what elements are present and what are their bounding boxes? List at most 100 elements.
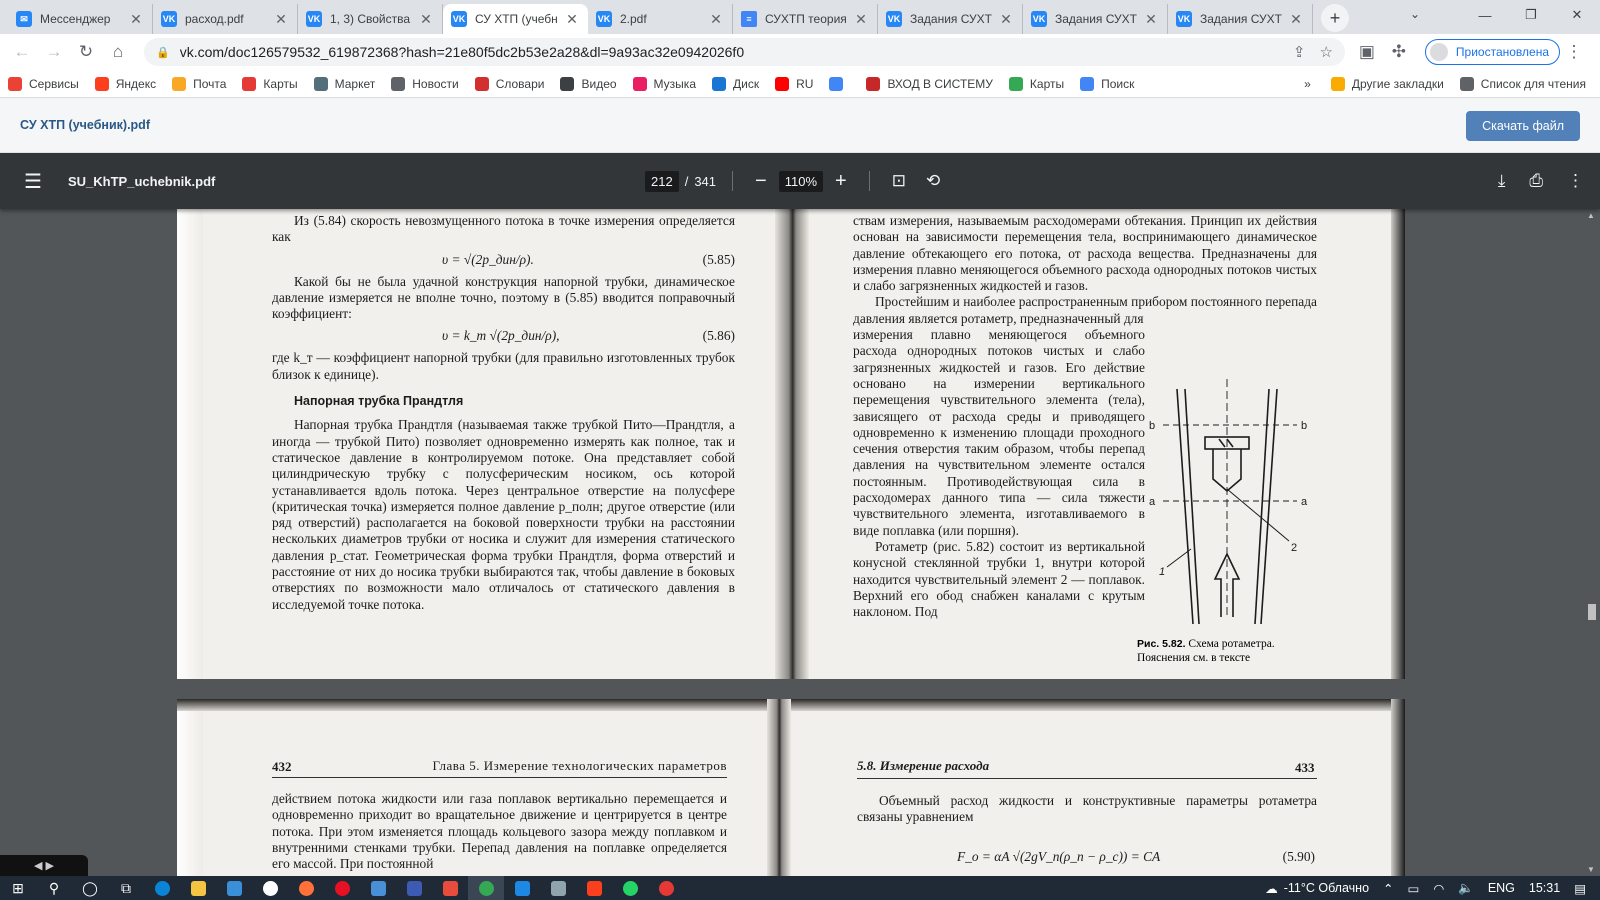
bookmark-item[interactable]: ВХОД В СИСТЕМУ bbox=[866, 76, 993, 91]
browser-tab[interactable]: VK 2.pdf ✕ bbox=[588, 4, 733, 34]
restore-icon[interactable]: ❐ bbox=[1508, 0, 1554, 30]
browser-tab[interactable]: ✉ Мессенджер ✕ bbox=[8, 4, 153, 34]
more-options-icon[interactable]: ⋮ bbox=[1567, 171, 1584, 191]
tray-chevron-icon[interactable]: ⌃ bbox=[1383, 881, 1393, 896]
download-icon[interactable]: ⤓ bbox=[1498, 171, 1506, 191]
browser-tab[interactable]: VK расход.pdf ✕ bbox=[153, 4, 298, 34]
browser-tab[interactable]: VK Задания СУХТ ✕ bbox=[878, 4, 1023, 34]
notifications-icon[interactable]: ▤ bbox=[1574, 881, 1586, 896]
more-bookmarks-button[interactable]: » bbox=[1304, 77, 1311, 91]
bookmark-item[interactable]: Маркет bbox=[313, 76, 375, 91]
close-tab-icon[interactable]: ✕ bbox=[1143, 11, 1159, 28]
close-tab-icon[interactable]: ✕ bbox=[128, 11, 144, 28]
bookmark-item[interactable]: Карты bbox=[242, 76, 298, 91]
grid-app-icon[interactable] bbox=[504, 876, 540, 900]
print-icon[interactable]: ⎙ bbox=[1529, 171, 1543, 191]
minimize-icon[interactable]: — bbox=[1462, 0, 1508, 30]
close-tab-icon[interactable]: ✕ bbox=[998, 11, 1014, 28]
bookmark-item[interactable] bbox=[829, 76, 850, 91]
file-explorer-icon[interactable] bbox=[180, 876, 216, 900]
tab-search-icon[interactable]: ⌄ bbox=[1410, 7, 1420, 21]
other-bookmarks[interactable]: Другие закладки bbox=[1330, 77, 1444, 91]
task-view-icon[interactable]: ⧉ bbox=[108, 876, 144, 900]
scroll-down-icon[interactable]: ▼ bbox=[1587, 865, 1595, 874]
puzzle-icon[interactable]: ✣ bbox=[1385, 38, 1413, 66]
close-tab-icon[interactable]: ✕ bbox=[1288, 11, 1304, 28]
scroll-thumb[interactable] bbox=[1588, 604, 1596, 620]
reload-icon[interactable]: ↻ bbox=[72, 38, 100, 66]
bookmark-item[interactable]: Видео bbox=[560, 76, 617, 91]
share-icon[interactable]: ⇪ bbox=[1293, 43, 1306, 61]
close-tab-icon[interactable]: ✕ bbox=[273, 11, 289, 28]
edge-icon[interactable] bbox=[144, 876, 180, 900]
close-window-icon[interactable]: ✕ bbox=[1554, 0, 1600, 30]
zoom-input[interactable]: 110% bbox=[778, 170, 824, 192]
rotate-icon[interactable]: ⟲ bbox=[926, 171, 940, 191]
language-indicator[interactable]: ENG bbox=[1488, 881, 1515, 895]
bookmark-item[interactable]: Поиск bbox=[1080, 76, 1134, 91]
new-tab-icon[interactable]: + bbox=[1321, 4, 1349, 32]
bookmark-item[interactable]: Диск bbox=[712, 76, 759, 91]
clock[interactable]: 15:31 bbox=[1529, 881, 1560, 895]
close-tab-icon[interactable]: ✕ bbox=[708, 11, 724, 28]
reading-list[interactable]: Список для чтения bbox=[1459, 77, 1586, 91]
bookmark-item[interactable]: Яндекс bbox=[94, 76, 156, 91]
forward-icon[interactable]: → bbox=[40, 38, 68, 66]
yandex-browser-icon[interactable] bbox=[252, 876, 288, 900]
cortana-icon[interactable]: ◯ bbox=[72, 876, 108, 900]
bookmark-item[interactable]: Музыка bbox=[632, 76, 696, 91]
bookmark-item[interactable]: Новости bbox=[391, 76, 459, 91]
opera-icon[interactable] bbox=[324, 876, 360, 900]
back-icon[interactable]: ← bbox=[8, 38, 36, 66]
app-icon[interactable] bbox=[432, 876, 468, 900]
yandex-icon[interactable] bbox=[576, 876, 612, 900]
save-app-icon[interactable] bbox=[396, 876, 432, 900]
mail-icon[interactable] bbox=[360, 876, 396, 900]
extension-icon[interactable]: ▣ bbox=[1353, 38, 1381, 66]
browser-tab[interactable]: VK 1, 3) Свойства ✕ bbox=[298, 4, 443, 34]
whatsapp-icon[interactable] bbox=[612, 876, 648, 900]
weather-icon[interactable]: ☁ bbox=[1265, 881, 1278, 896]
bookmark-star-icon[interactable]: ☆ bbox=[1319, 43, 1332, 61]
volume-icon[interactable]: 🔈 bbox=[1458, 881, 1474, 896]
page-nav-overlay[interactable]: ◀ ▶ bbox=[0, 855, 88, 876]
zoom-in-icon[interactable]: + bbox=[835, 170, 847, 193]
browser-tab[interactable]: VK Задания СУХТ ✕ bbox=[1023, 4, 1168, 34]
notepad-icon[interactable] bbox=[540, 876, 576, 900]
scrollbar[interactable]: ▲ ▼ bbox=[1584, 209, 1600, 876]
firefox-icon[interactable] bbox=[288, 876, 324, 900]
bookmark-item[interactable]: Сервисы bbox=[8, 76, 79, 91]
bookmark-item[interactable]: Словари bbox=[474, 76, 544, 91]
home-icon[interactable]: ⌂ bbox=[104, 38, 132, 66]
profile-button[interactable]: Приостановлена bbox=[1424, 39, 1560, 65]
windows-start-icon[interactable]: ⊞ bbox=[0, 876, 36, 900]
url-text[interactable]: vk.com/doc126579532_619872368?hash=21e80… bbox=[180, 44, 1279, 60]
close-tab-icon[interactable]: ✕ bbox=[564, 11, 580, 28]
browser-tab[interactable]: ≡ СУХТП теория ✕ bbox=[733, 4, 878, 34]
browser-tab[interactable]: VK Задания СУХТ ✕ bbox=[1168, 4, 1313, 34]
browser-tab[interactable]: VK СУ ХТП (учебн ✕ bbox=[443, 4, 588, 34]
download-file-button[interactable]: Скачать файл bbox=[1466, 111, 1580, 141]
battery-icon[interactable]: ▭ bbox=[1408, 881, 1420, 896]
weather-text[interactable]: -11°C Облачно bbox=[1284, 881, 1369, 895]
scroll-up-icon[interactable]: ▲ bbox=[1587, 211, 1595, 220]
chrome-menu-icon[interactable]: ⋮ bbox=[1560, 38, 1588, 66]
bookmark-item[interactable]: Карты bbox=[1008, 76, 1064, 91]
search-icon[interactable]: ⚲ bbox=[36, 876, 72, 900]
taskbar: ⊞ ⚲ ◯ ⧉ ☁ -11°C Облачно ⌃ ▭ ◠ 🔈 ENG 15:3… bbox=[0, 876, 1600, 900]
page-number-input[interactable]: 212 bbox=[645, 170, 679, 192]
zoom-out-icon[interactable]: − bbox=[755, 170, 767, 193]
bookmark-item[interactable]: RU bbox=[775, 76, 813, 91]
close-tab-icon[interactable]: ✕ bbox=[853, 11, 869, 28]
address-bar[interactable]: 🔒 vk.com/doc126579532_619872368?hash=21e… bbox=[144, 38, 1345, 66]
close-tab-icon[interactable]: ✕ bbox=[418, 11, 434, 28]
fit-page-icon[interactable]: ⊡ bbox=[892, 171, 906, 191]
chrome-icon[interactable] bbox=[468, 876, 504, 900]
avatar bbox=[1429, 43, 1448, 61]
paint-icon[interactable] bbox=[648, 876, 684, 900]
lock-icon[interactable]: 🔒 bbox=[156, 46, 170, 59]
store-icon[interactable] bbox=[216, 876, 252, 900]
menu-icon[interactable]: ☰ bbox=[24, 169, 44, 194]
bookmark-item[interactable]: Почта bbox=[172, 76, 226, 91]
wifi-icon[interactable]: ◠ bbox=[1433, 881, 1444, 896]
